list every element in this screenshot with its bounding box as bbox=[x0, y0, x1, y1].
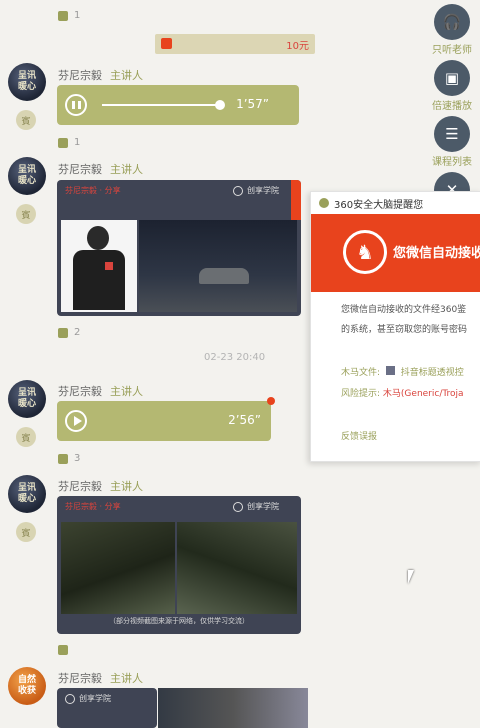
audio-message[interactable]: 1’57” bbox=[57, 85, 299, 125]
card-accent bbox=[291, 180, 301, 220]
popup-risk-row: 风险提示: 木马(Generic/Troja bbox=[341, 389, 464, 399]
role-badge: 賓 bbox=[16, 522, 36, 542]
thumb-up-icon bbox=[58, 137, 68, 148]
like-count[interactable]: 1 bbox=[58, 10, 80, 21]
sidebar-item-label[interactable]: 课程列表 bbox=[424, 153, 480, 168]
card-caption: （部分视频截图来源于网络，仅供学习交流） bbox=[109, 617, 249, 625]
popup-body-line: 的系统，甚至窃取您的账号密码 bbox=[341, 325, 468, 335]
horse-icon: ♞ bbox=[343, 230, 387, 274]
speaker-name: 芬尼宗毅 主讲人 bbox=[58, 672, 143, 685]
reward-banner: 10元 bbox=[155, 34, 315, 54]
thumb-up-icon bbox=[58, 10, 68, 21]
file-icon bbox=[385, 366, 395, 375]
gear-icon bbox=[233, 501, 243, 512]
timestamp: 02-23 20:40 bbox=[204, 352, 266, 363]
avatar[interactable]: 呈讯 暖心 bbox=[8, 157, 46, 195]
thumb-up-icon bbox=[58, 327, 68, 338]
play-icon[interactable] bbox=[65, 410, 87, 432]
image-card[interactable]: 芬尼宗毅 · 分享 创享学院 bbox=[57, 180, 301, 316]
sidebar-item-label[interactable]: 只听老师 bbox=[424, 41, 480, 56]
like-count[interactable]: 3 bbox=[58, 453, 80, 464]
popup-header: 360安全大脑提醒您 bbox=[311, 192, 480, 214]
speaker-name: 芬尼宗毅 主讲人 bbox=[58, 480, 143, 493]
speed-icon[interactable]: ▣ bbox=[434, 60, 470, 96]
headphones-icon[interactable]: 🎧 bbox=[434, 4, 470, 40]
thumb-up-icon bbox=[58, 453, 68, 464]
gift-icon bbox=[161, 38, 172, 49]
image-card[interactable]: 芬尼宗毅 · 分享 创享学院 （部分视频截图来源于网络，仅供学习交流） bbox=[57, 496, 301, 634]
like-count[interactable] bbox=[58, 645, 68, 655]
security-alert-popup[interactable]: 360安全大脑提醒您 ♞ 您微信自动接收 您微信自动接收的文件经360鉴 的系统… bbox=[310, 191, 480, 462]
card-header: 芬尼宗毅 · 分享 创享学院 bbox=[65, 501, 279, 512]
reward-amount: 10元 bbox=[286, 41, 309, 52]
speaker-name: 芬尼宗毅 主讲人 bbox=[58, 163, 143, 176]
like-count[interactable]: 2 bbox=[58, 327, 80, 338]
audio-progress-track[interactable] bbox=[102, 104, 220, 106]
card-photo-person bbox=[61, 220, 137, 312]
gear-icon bbox=[233, 185, 243, 196]
card-photo-left bbox=[61, 522, 175, 614]
avatar[interactable]: 呈讯 暖心 bbox=[8, 475, 46, 513]
card-photo-partial bbox=[158, 688, 308, 728]
like-count[interactable]: 1 bbox=[58, 137, 80, 148]
list-icon[interactable]: ☰ bbox=[434, 116, 470, 152]
pause-icon[interactable] bbox=[65, 94, 87, 116]
speaker-name: 芬尼宗毅 主讲人 bbox=[58, 385, 143, 398]
gear-icon bbox=[65, 693, 75, 704]
unread-dot bbox=[267, 397, 275, 405]
avatar[interactable]: 呈讯 暖心 bbox=[8, 380, 46, 418]
card-photo-scene bbox=[139, 220, 297, 312]
speaker-name: 芬尼宗毅 主讲人 bbox=[58, 69, 143, 82]
popup-file-row: 木马文件: 抖音标题透视控 bbox=[341, 366, 464, 378]
mouse-cursor-icon bbox=[408, 570, 414, 584]
audio-message[interactable]: 2’56” bbox=[57, 397, 275, 441]
card-photo-right bbox=[177, 522, 297, 614]
audio-progress-knob[interactable] bbox=[215, 100, 225, 110]
role-badge: 賓 bbox=[16, 110, 36, 130]
thumb-up-icon bbox=[58, 645, 68, 655]
card-header: 芬尼宗毅 · 分享 创享学院 bbox=[65, 185, 279, 196]
image-card[interactable]: 创享学院 bbox=[57, 688, 157, 728]
audio-duration: 2’56” bbox=[228, 413, 261, 427]
shield-icon bbox=[319, 198, 329, 208]
avatar[interactable]: 呈讯 暖心 bbox=[8, 63, 46, 101]
popup-alert-banner: ♞ 您微信自动接收 bbox=[311, 214, 480, 292]
avatar[interactable]: 自然 收获 bbox=[8, 667, 46, 705]
sidebar-item-label[interactable]: 倍速播放 bbox=[424, 97, 480, 112]
feedback-link[interactable]: 反馈误报 bbox=[341, 429, 377, 442]
audio-duration: 1’57” bbox=[236, 97, 269, 111]
popup-body-line: 您微信自动接收的文件经360鉴 bbox=[341, 305, 467, 315]
role-badge: 賓 bbox=[16, 204, 36, 224]
role-badge: 賓 bbox=[16, 427, 36, 447]
